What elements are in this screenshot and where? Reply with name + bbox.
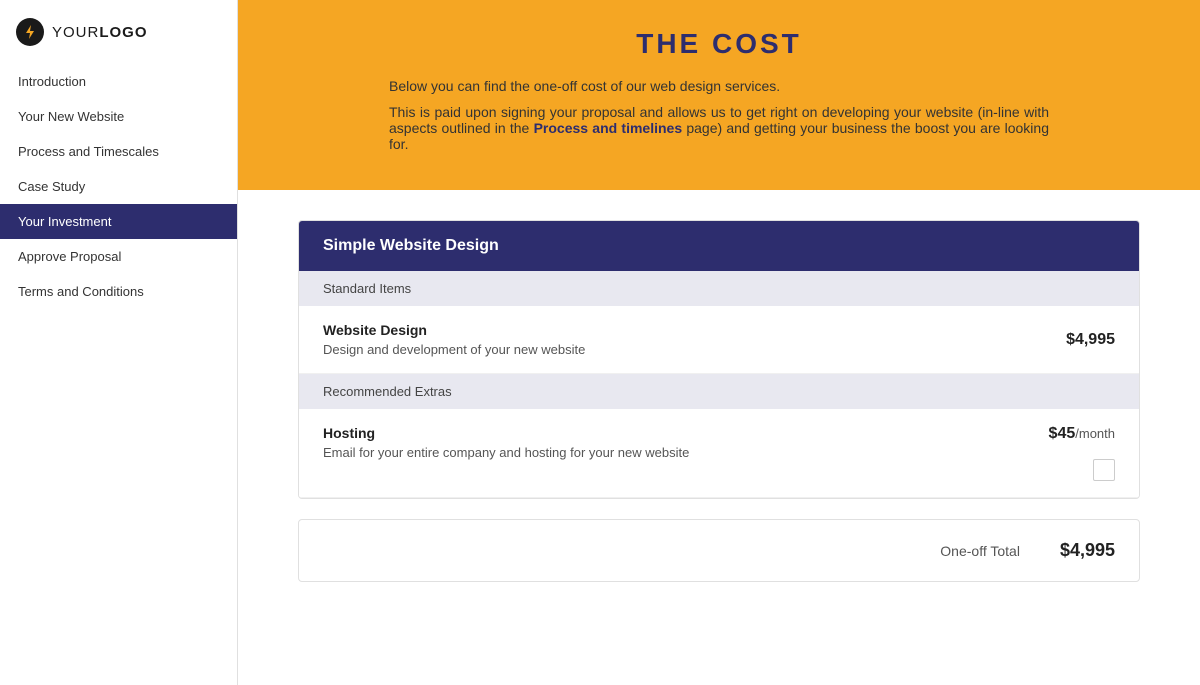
table-row: Website Design Design and development of…	[299, 306, 1139, 374]
sidebar-item-case-study[interactable]: Case Study	[0, 169, 237, 204]
total-card: One-off Total $4,995	[298, 519, 1140, 582]
total-amount: $4,995	[1060, 540, 1115, 561]
sidebar: YOURLOGO Introduction Your New Website P…	[0, 0, 238, 685]
item-right-hosting: $45/month	[1025, 425, 1115, 481]
main-content: THE COST Below you can find the one-off …	[238, 0, 1200, 685]
sidebar-item-introduction[interactable]: Introduction	[0, 64, 237, 99]
price-period-hosting: /month	[1075, 426, 1115, 441]
item-name-hosting: Hosting	[323, 425, 1001, 441]
item-desc-website-design: Design and development of your new websi…	[323, 342, 1042, 357]
sidebar-item-your-investment[interactable]: Your Investment	[0, 204, 237, 239]
item-desc-hosting: Email for your entire company and hostin…	[323, 445, 1001, 460]
card-header: Simple Website Design	[299, 221, 1139, 271]
section-label-standard: Standard Items	[299, 271, 1139, 306]
logo-text: YOURLOGO	[52, 24, 148, 41]
hosting-checkbox[interactable]	[1093, 459, 1115, 481]
header-banner: THE COST Below you can find the one-off …	[238, 0, 1200, 190]
logo-area: YOURLOGO	[0, 0, 237, 64]
sidebar-nav: Introduction Your New Website Process an…	[0, 64, 237, 309]
header-para2: This is paid upon signing your proposal …	[389, 104, 1049, 152]
page-title: THE COST	[298, 28, 1140, 60]
sidebar-item-your-new-website[interactable]: Your New Website	[0, 99, 237, 134]
table-row: Hosting Email for your entire company an…	[299, 409, 1139, 498]
item-info-website-design: Website Design Design and development of…	[323, 322, 1042, 357]
pricing-card: Simple Website Design Standard Items Web…	[298, 220, 1140, 499]
sidebar-item-process-timescales[interactable]: Process and Timescales	[0, 134, 237, 169]
total-label: One-off Total	[940, 543, 1020, 559]
sidebar-item-approve-proposal[interactable]: Approve Proposal	[0, 239, 237, 274]
logo-icon	[16, 18, 44, 46]
content-area: Simple Website Design Standard Items Web…	[238, 190, 1200, 612]
header-para1: Below you can find the one-off cost of o…	[389, 78, 1049, 94]
card-body: Standard Items Website Design Design and…	[299, 271, 1139, 498]
item-price-website-design: $4,995	[1066, 331, 1115, 349]
section-label-extras: Recommended Extras	[299, 374, 1139, 409]
sidebar-item-terms-conditions[interactable]: Terms and Conditions	[0, 274, 237, 309]
process-timelines-link[interactable]: Process and timelines	[534, 120, 683, 136]
item-info-hosting: Hosting Email for your entire company an…	[323, 425, 1001, 460]
item-name-website-design: Website Design	[323, 322, 1042, 338]
item-price-hosting: $45/month	[1049, 425, 1115, 443]
